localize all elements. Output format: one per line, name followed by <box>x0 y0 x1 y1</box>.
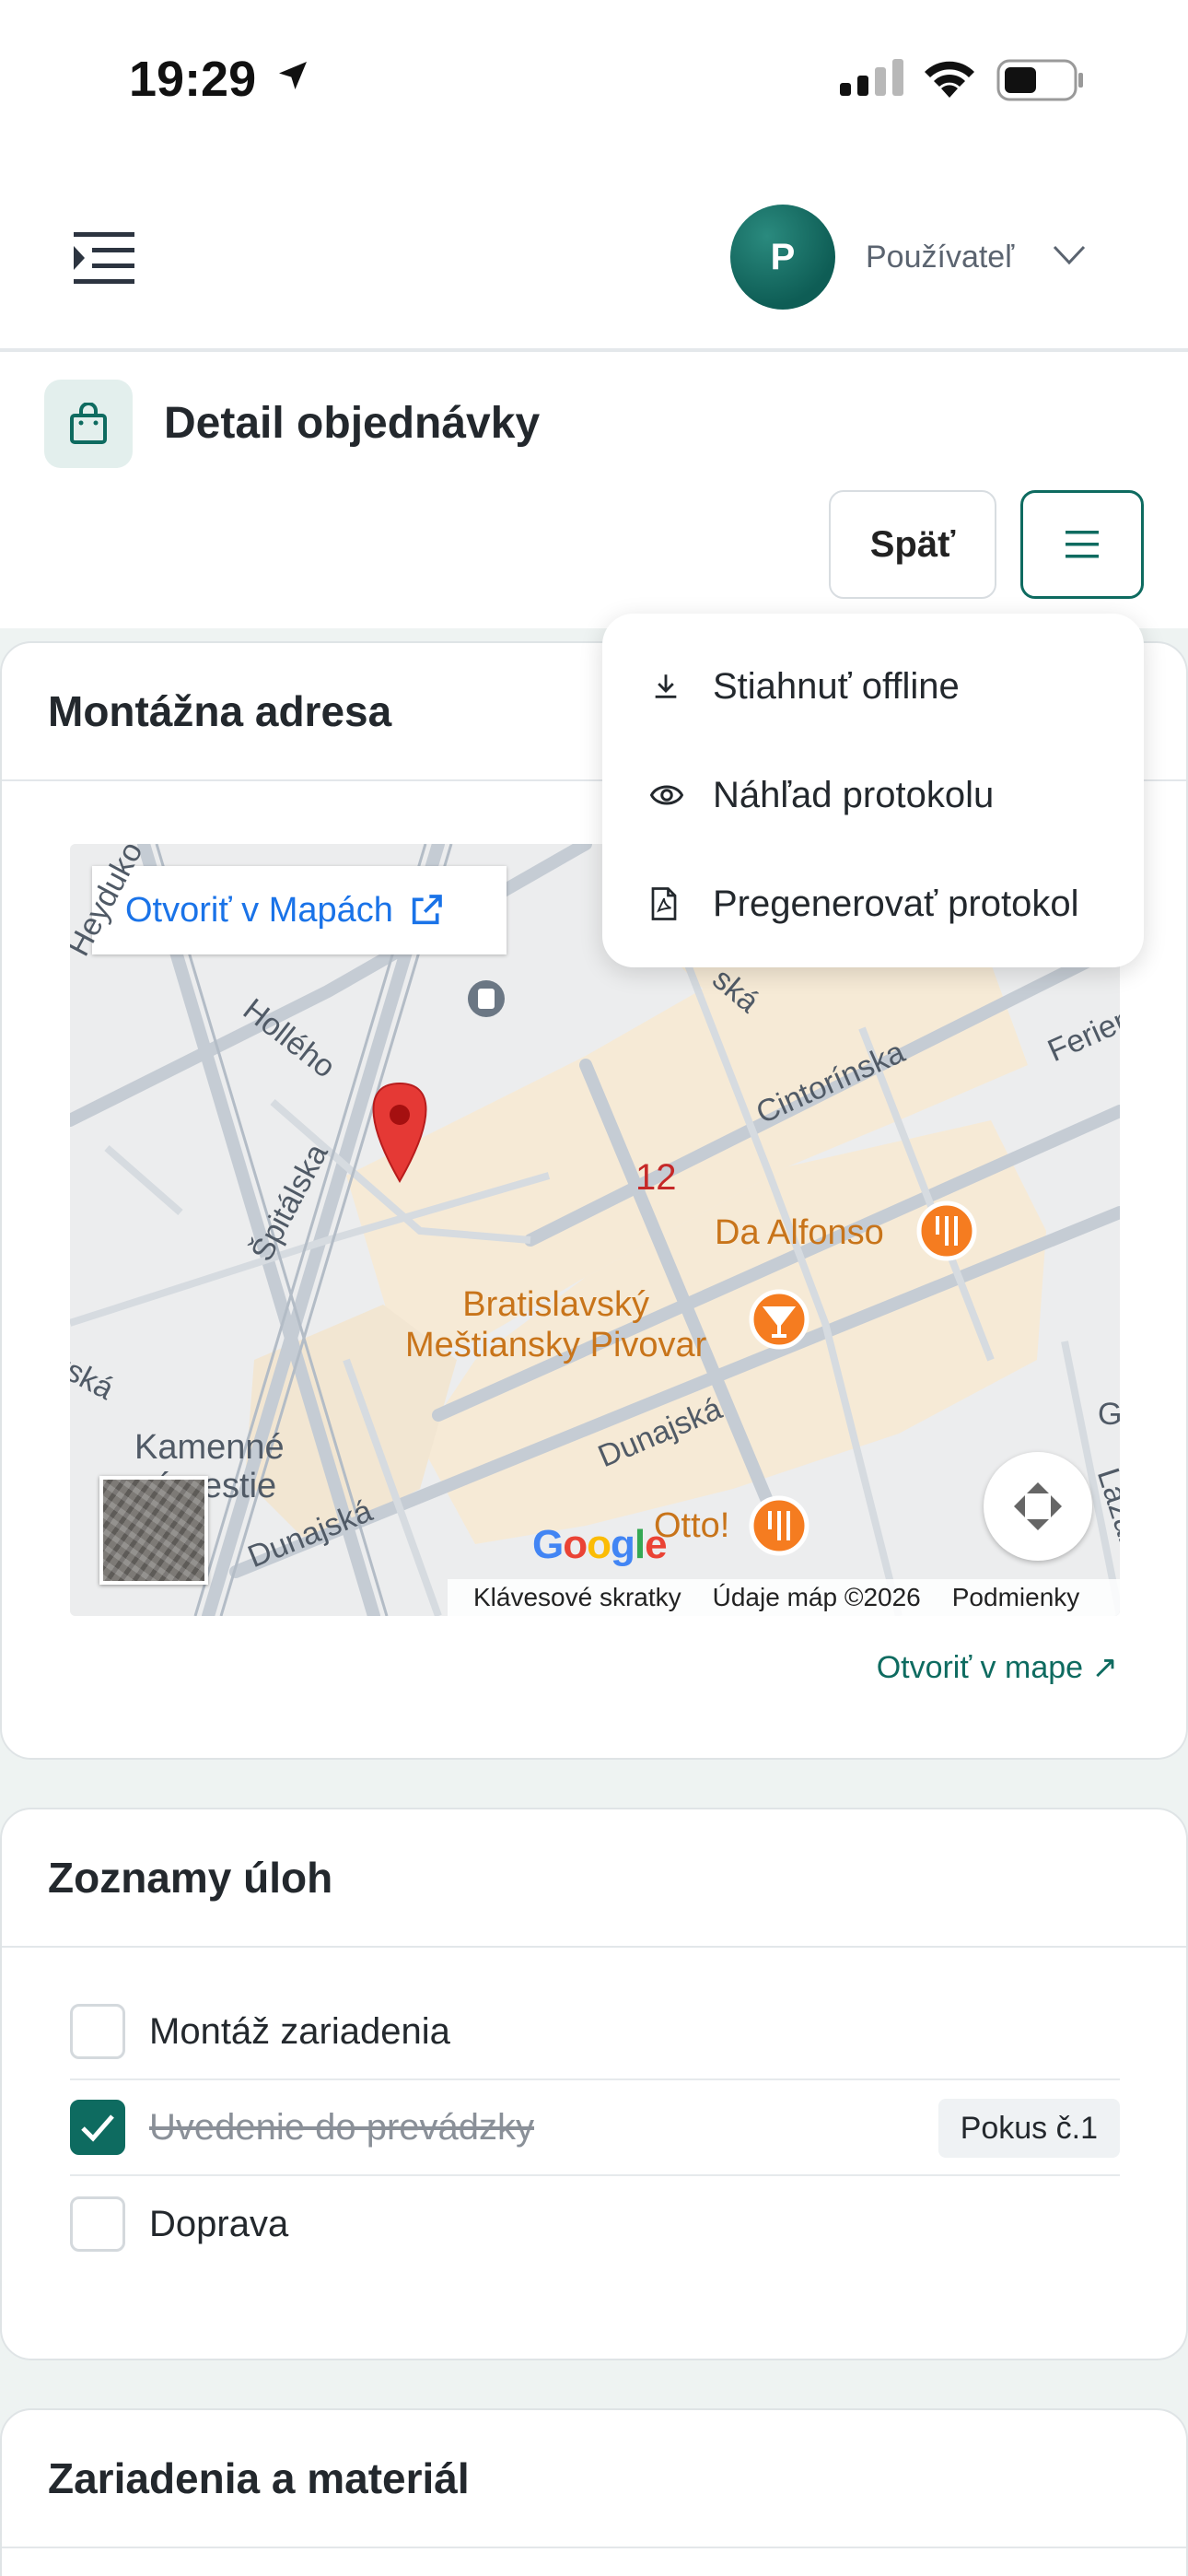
actions-dropdown-menu: Stiahnuť offline Náhľad protokolu Pregen… <box>602 614 1144 967</box>
back-button[interactable]: Späť <box>829 490 996 599</box>
actions-menu-button[interactable] <box>1020 490 1144 599</box>
user-menu-label[interactable]: Používateľ <box>866 240 1014 275</box>
terms-link[interactable]: Podmienky <box>952 1583 1080 1612</box>
tram-stop-icon <box>468 980 505 1017</box>
external-link-icon <box>412 895 442 925</box>
restaurant-marker <box>749 1495 809 1556</box>
map-data-attribution[interactable]: Údaje máp ©2026 <box>713 1583 921 1612</box>
task-label: Montáž zariadenia <box>149 2010 450 2052</box>
tasks-card-title: Zoznamy úloh <box>2 1809 1186 1948</box>
google-logo: Google <box>532 1522 668 1567</box>
materials-card: Zariadenia a materiál <box>0 2408 1188 2576</box>
task-checkbox[interactable] <box>70 2196 125 2252</box>
page-title: Detail objednávky <box>164 399 541 448</box>
poi-label[interactable]: Da Alfonso <box>715 1212 884 1253</box>
app-header: P Používateľ <box>0 166 1188 350</box>
satellite-toggle-thumbnail[interactable] <box>99 1476 208 1585</box>
hamburger-icon <box>1066 531 1099 558</box>
list-item: Doprava <box>70 2176 1120 2272</box>
house-number-label: 12 <box>635 1157 677 1198</box>
task-checkbox[interactable] <box>70 2004 125 2059</box>
page-header: Detail objednávky Späť <box>0 352 1188 628</box>
pdf-file-icon <box>650 887 694 920</box>
cellular-signal-icon <box>840 59 906 100</box>
menu-item-protocol-preview[interactable]: Náhľad protokolu <box>602 741 1144 849</box>
chevron-down-icon[interactable] <box>1052 243 1087 272</box>
status-bar: 19:29 <box>0 0 1188 166</box>
menu-item-download-offline[interactable]: Stiahnuť offline <box>602 632 1144 741</box>
location-arrow-icon <box>274 57 311 99</box>
shopping-bag-icon <box>44 380 133 468</box>
sidebar-toggle-icon[interactable] <box>74 230 134 286</box>
open-in-apple-maps-button[interactable]: Otvoriť v Mapách <box>92 866 507 954</box>
avatar[interactable]: P <box>730 205 835 310</box>
battery-icon <box>996 59 1085 106</box>
map-attribution: Klávesové skratky Údaje máp ©2026 Podmie… <box>448 1579 1120 1616</box>
checkmark-icon <box>81 2114 114 2142</box>
bar-marker <box>749 1289 809 1350</box>
task-label: Doprava <box>149 2203 289 2244</box>
wifi-icon <box>921 57 978 102</box>
materials-card-title: Zariadenia a materiál <box>2 2410 1186 2548</box>
list-item: Uvedenie do prevádzky Pokus č.1 <box>70 2080 1120 2176</box>
task-list: Montáž zariadenia Uvedenie do prevádzky … <box>70 1985 1120 2272</box>
status-time: 19:29 <box>129 52 257 107</box>
task-label: Uvedenie do prevádzky <box>149 2106 535 2148</box>
street-label: G <box>1098 1397 1120 1432</box>
menu-item-regenerate-protocol[interactable]: Pregenerovať protokol <box>602 849 1144 958</box>
tasks-card: Zoznamy úloh Montáž zariadenia Uvedenie … <box>0 1808 1188 2360</box>
list-item: Montáž zariadenia <box>70 1985 1120 2080</box>
poi-label[interactable]: Bratislavský Meštiansky Pivovar <box>405 1284 706 1365</box>
task-checkbox[interactable] <box>70 2100 125 2155</box>
eye-icon <box>650 781 694 809</box>
restaurant-marker <box>916 1200 977 1261</box>
download-icon <box>650 671 694 702</box>
open-in-map-link[interactable]: Otvoriť v mape ↗ <box>877 1649 1118 1686</box>
keyboard-shortcuts-link[interactable]: Klávesové skratky <box>473 1583 681 1612</box>
attempt-badge: Pokus č.1 <box>938 2099 1120 2158</box>
fullscreen-icon[interactable] <box>984 1452 1092 1561</box>
